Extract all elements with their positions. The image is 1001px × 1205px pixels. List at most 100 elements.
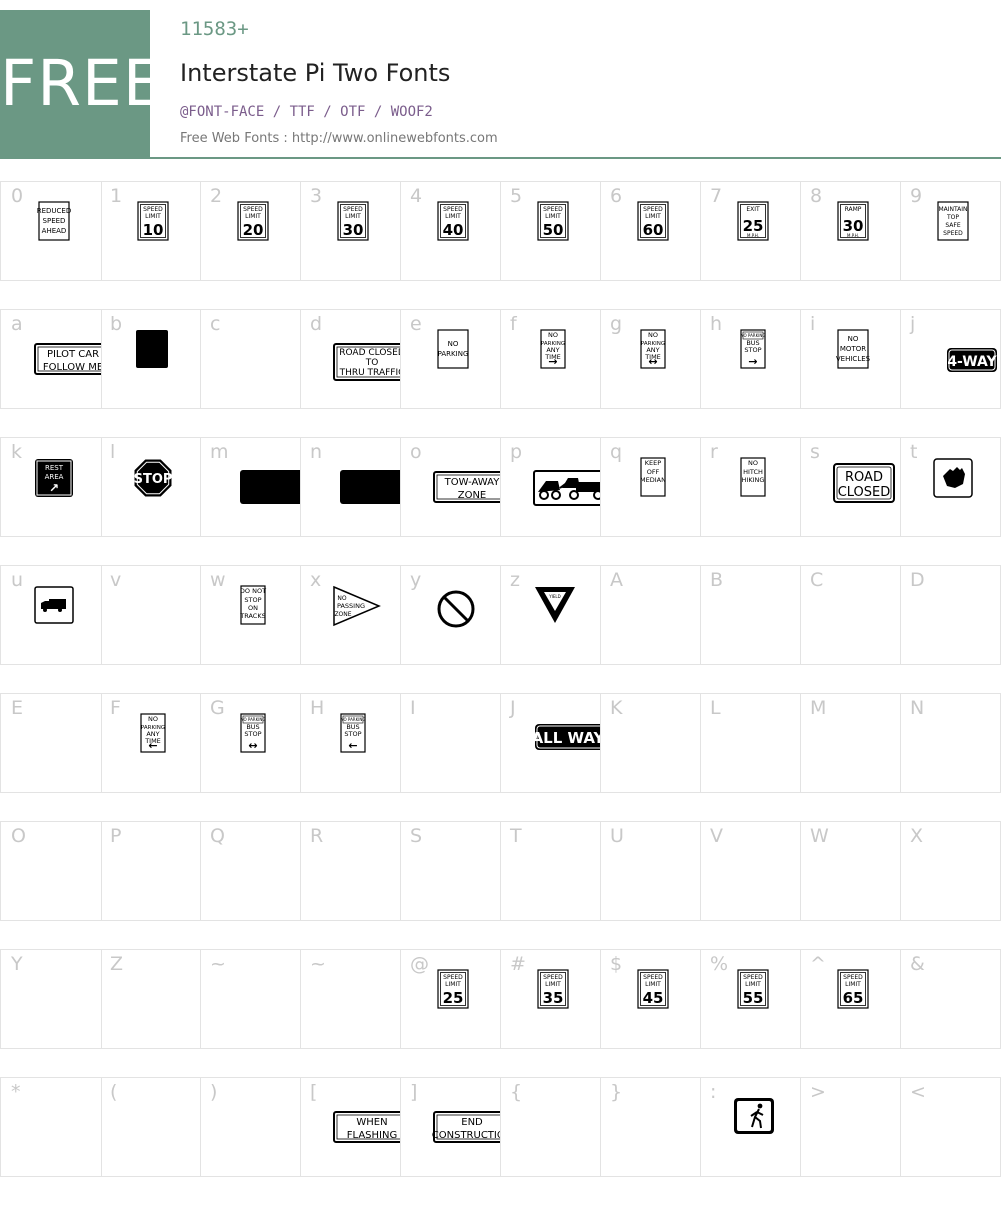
glyph-cell[interactable]: # SPEED LIMIT 35 — [500, 949, 601, 1049]
glyph-cell[interactable]: [WHEN FLASHING — [300, 1077, 401, 1177]
sign-icon: SPEEDLIMIT45 — [637, 969, 669, 1009]
glyph-cell[interactable]: L — [700, 693, 801, 793]
glyph-cell[interactable]: C — [800, 565, 901, 665]
glyph-cell[interactable]: n — [300, 437, 401, 537]
sign-text: M.P.H. — [747, 233, 759, 238]
glyph-cell[interactable]: q KEEP OFF MEDIAN — [600, 437, 701, 537]
sign-text: TOW-AWAY — [444, 477, 501, 488]
glyph-cell[interactable]: } — [600, 1077, 701, 1177]
glyph-cell[interactable]: < — [900, 1077, 1001, 1177]
glyph-cell[interactable]: 1 SPEED LIMIT 10 — [100, 181, 201, 281]
glyph-cell[interactable]: d ROAD CLOSED TO THRU TRAFFIC — [300, 309, 401, 409]
glyph-cell[interactable]: ~ — [200, 949, 301, 1049]
glyph-cell[interactable]: ( — [100, 1077, 201, 1177]
glyph-cell[interactable]: ^ SPEED LIMIT 65 — [800, 949, 901, 1049]
glyph-cell[interactable]: 7 EXIT 25 M.P.H. — [700, 181, 801, 281]
sign-icon: SPEEDLIMIT60 — [637, 201, 669, 241]
glyph-cell[interactable]: M — [800, 693, 901, 793]
glyph-cell[interactable]: F NO PARKING ANY TIME ← — [100, 693, 201, 793]
glyph-cell[interactable]: X — [900, 821, 1001, 921]
free-badge[interactable]: FREE — [0, 10, 163, 159]
sign-text: CLOSED — [838, 485, 891, 500]
sign-text: TRACKS — [239, 612, 265, 620]
glyph-cell[interactable]: : — [700, 1077, 801, 1177]
glyph-cell[interactable]: Q — [200, 821, 301, 921]
glyph-cell[interactable]: > — [800, 1077, 901, 1177]
glyph-cell[interactable]: u — [0, 565, 102, 665]
glyph-cell[interactable]: % SPEED LIMIT 55 — [700, 949, 801, 1049]
glyph-cell[interactable]: 3 SPEED LIMIT 30 — [300, 181, 401, 281]
glyph-cell[interactable]: i NO MOTOR VEHICLES — [800, 309, 901, 409]
glyph-cell[interactable]: W — [800, 821, 901, 921]
glyph-cell[interactable]: l STOP — [100, 437, 201, 537]
glyph-cell[interactable]: @ SPEED LIMIT 25 — [400, 949, 501, 1049]
glyph-cell[interactable]: c — [200, 309, 301, 409]
sign-icon: ROADCLOSED — [833, 463, 895, 503]
glyph-cell[interactable]: 0 REDUCED SPEED AHEAD — [0, 181, 102, 281]
sign-text: SAFE — [945, 222, 960, 229]
sign-icon: NOPARKINGANYTIME→ — [540, 329, 566, 369]
glyph-cell[interactable]: * — [0, 1077, 102, 1177]
glyph-cell[interactable]: P — [100, 821, 201, 921]
glyph-cell[interactable]: p — [500, 437, 601, 537]
glyph-cell[interactable]: 5 SPEED LIMIT 50 — [500, 181, 601, 281]
glyph-cell[interactable]: m — [200, 437, 301, 537]
glyph-cell[interactable]: N — [900, 693, 1001, 793]
glyph-cell[interactable]: ] END CONSTRUCTION — [400, 1077, 501, 1177]
glyph-cell[interactable]: 6 SPEED LIMIT 60 — [600, 181, 701, 281]
glyph-cell[interactable]: & — [900, 949, 1001, 1049]
sign-icon: NO PARKINGBUSSTOP↔ — [240, 713, 266, 753]
glyph-cell[interactable]: o TOW-AWAY ZONE — [400, 437, 501, 537]
glyph-cell[interactable]: Z — [100, 949, 201, 1049]
glyph-cell[interactable]: 8 RAMP 30 M.P.H. — [800, 181, 901, 281]
glyph-cell[interactable]: v — [100, 565, 201, 665]
glyph-cell[interactable]: ~ — [300, 949, 401, 1049]
glyph-cell[interactable]: { — [500, 1077, 601, 1177]
glyph-cell[interactable]: I — [400, 693, 501, 793]
glyph-cell[interactable]: k REST AREA ↗ — [0, 437, 102, 537]
glyph-cell[interactable]: V — [700, 821, 801, 921]
glyph-cell[interactable]: Y — [0, 949, 102, 1049]
sign-text: LIMIT — [145, 213, 161, 220]
glyph-cell[interactable]: G NO PARKING BUS STOP ↔ — [200, 693, 301, 793]
glyph-cell[interactable]: t — [900, 437, 1001, 537]
glyph-cell[interactable]: O — [0, 821, 102, 921]
glyph-cell[interactable]: r NO HITCH HIKING — [700, 437, 801, 537]
glyph-cell[interactable]: s ROAD CLOSED — [800, 437, 901, 537]
format-links[interactable]: @FONT-FACE / TTF / OTF / WOOF2 — [180, 104, 433, 120]
glyph-cell[interactable]: f NO PARKING ANY TIME → — [500, 309, 601, 409]
glyph-cell[interactable]: 2 SPEED LIMIT 20 — [200, 181, 301, 281]
glyph-cell[interactable]: g NO PARKING ANY TIME ↔ — [600, 309, 701, 409]
glyph-cell[interactable]: D — [900, 565, 1001, 665]
glyph-cell[interactable]: a PILOT CAR FOLLOW ME — [0, 309, 102, 409]
glyph-cell[interactable]: $ SPEED LIMIT 45 — [600, 949, 701, 1049]
glyph-cell[interactable]: 9 MAINTAIN TOP SAFE SPEED — [900, 181, 1001, 281]
glyph-cell[interactable]: S — [400, 821, 501, 921]
sign-text: NO — [848, 335, 859, 343]
glyph-cell[interactable]: y — [400, 565, 501, 665]
glyph-cell[interactable]: T — [500, 821, 601, 921]
glyph-cell[interactable]: j 4-WAY — [900, 309, 1001, 409]
glyph-cell[interactable]: z YIELD — [500, 565, 601, 665]
glyph-cell[interactable]: K — [600, 693, 701, 793]
glyph-cell[interactable]: J ALL WAY — [500, 693, 601, 793]
sign-text: NO — [148, 715, 158, 723]
sign-text: 40 — [443, 221, 464, 239]
glyph-cell[interactable]: U — [600, 821, 701, 921]
glyph-cell[interactable]: H NO PARKING BUS STOP ← — [300, 693, 401, 793]
glyph-cell[interactable]: E — [0, 693, 102, 793]
glyph-cell[interactable]: ) — [200, 1077, 301, 1177]
sign-text: LIMIT — [645, 981, 661, 988]
site-link[interactable]: Free Web Fonts : http://www.onlinewebfon… — [180, 131, 498, 146]
glyph-cell[interactable]: w DO NOT STOP ON TRACKS — [200, 565, 301, 665]
glyph-cell[interactable]: x NO PASSING ZONE — [300, 565, 401, 665]
glyph-cell[interactable]: h NO PARKING BUS STOP → — [700, 309, 801, 409]
glyph-cell[interactable]: R — [300, 821, 401, 921]
glyph-cell[interactable]: A — [600, 565, 701, 665]
glyph-cell[interactable]: 4 SPEED LIMIT 40 — [400, 181, 501, 281]
glyph-cell[interactable]: e NO PARKING — [400, 309, 501, 409]
glyph-cell[interactable]: b — [100, 309, 201, 409]
sign-text: ↔ — [648, 355, 657, 368]
sign-text: ON — [248, 604, 258, 612]
glyph-cell[interactable]: B — [700, 565, 801, 665]
